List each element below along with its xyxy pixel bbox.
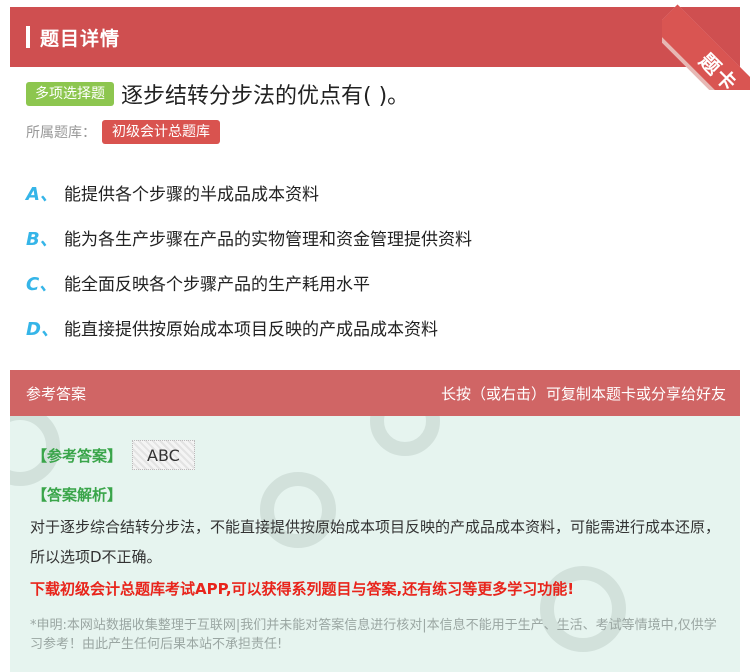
- option-text: 能提供各个步骤的半成品成本资料: [64, 185, 319, 205]
- option-letter: A、: [26, 183, 58, 205]
- corner-ribbon: 题卡: [662, 0, 750, 90]
- answer-header: 参考答案 长按（或右击）可复制本题卡或分享给好友: [10, 370, 740, 416]
- disclaimer-text: *申明:本网站数据收集整理于互联网|我们并未能对答案信息进行核对|本信息不能用于…: [30, 618, 717, 652]
- reference-answer-row: 【参考答案】 ABC: [32, 440, 195, 470]
- option-a[interactable]: A、 能提供各个步骤的半成品成本资料: [26, 170, 726, 215]
- option-text: 能直接提供按原始成本项目反映的产成品成本资料: [64, 320, 438, 340]
- analysis-text: 对于逐步综合结转分步法，不能直接提供按原始成本项目反映的产成品成本资料，可能需进…: [30, 518, 721, 566]
- analysis-label: 【答案解析】: [32, 486, 123, 504]
- option-letter: C、: [26, 273, 58, 295]
- option-text: 能全面反映各个步骤产品的生产耗用水平: [64, 275, 370, 295]
- watermark-logo-icon: [370, 416, 440, 456]
- option-d[interactable]: D、 能直接提供按原始成本项目反映的产成品成本资料: [26, 305, 726, 350]
- reference-answer-value[interactable]: ABC: [132, 440, 195, 470]
- share-hint: 长按（或右击）可复制本题卡或分享给好友: [440, 384, 726, 403]
- header-accent-bar: [26, 26, 30, 48]
- option-letter: D、: [26, 318, 59, 340]
- question-row: 多项选择题 逐步结转分步法的优点有( )。: [26, 78, 409, 110]
- option-c[interactable]: C、 能全面反映各个步骤产品的生产耗用水平: [26, 260, 726, 305]
- page-title: 题目详情: [40, 27, 121, 50]
- option-b[interactable]: B、 能为各生产步骤在产品的实物管理和资金管理提供资料: [26, 215, 726, 260]
- app-download-promo[interactable]: 下载初级会计总题库考试APP,可以获得系列题目与答案,还有练习等更多学习功能!: [30, 578, 720, 599]
- question-text: 逐步结转分步法的优点有( )。: [121, 84, 410, 109]
- answer-header-title: 参考答案: [26, 384, 87, 403]
- options-list: A、 能提供各个步骤的半成品成本资料 B、 能为各生产步骤在产品的实物管理和资金…: [26, 170, 726, 350]
- question-type-badge: 多项选择题: [26, 82, 114, 106]
- question-bank-row: 所属题库： 初级会计总题库: [26, 120, 220, 144]
- option-text: 能为各生产步骤在产品的实物管理和资金管理提供资料: [64, 230, 472, 250]
- question-bank-link[interactable]: 初级会计总题库: [102, 120, 220, 144]
- corner-ribbon-band: 题卡: [662, 4, 750, 90]
- answer-panel: ​ 【参考答案】 ABC 【答案解析】 对于逐步综合结转分步法，不能直接提供按原…: [10, 416, 740, 672]
- question-bank-label: 所属题库：: [26, 125, 96, 141]
- page-header: 题目详情: [10, 7, 740, 67]
- reference-answer-label: 【参考答案】: [32, 446, 123, 465]
- option-letter: B、: [26, 228, 58, 250]
